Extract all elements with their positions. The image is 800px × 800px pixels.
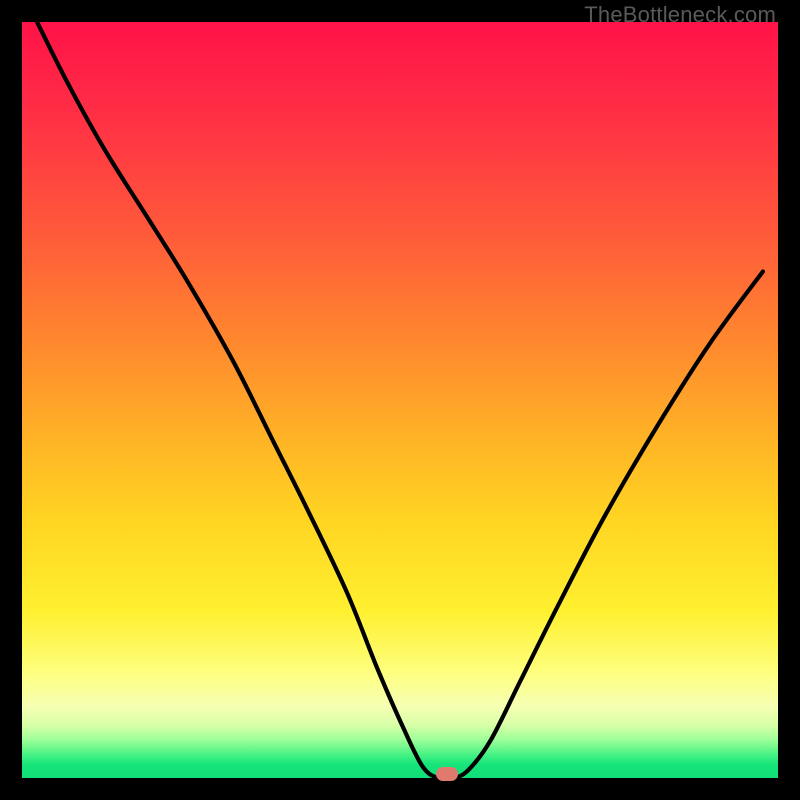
bottleneck-curve [22, 22, 778, 778]
plot-area [22, 22, 778, 778]
minimum-marker [436, 767, 458, 781]
chart-frame: TheBottleneck.com [0, 0, 800, 800]
